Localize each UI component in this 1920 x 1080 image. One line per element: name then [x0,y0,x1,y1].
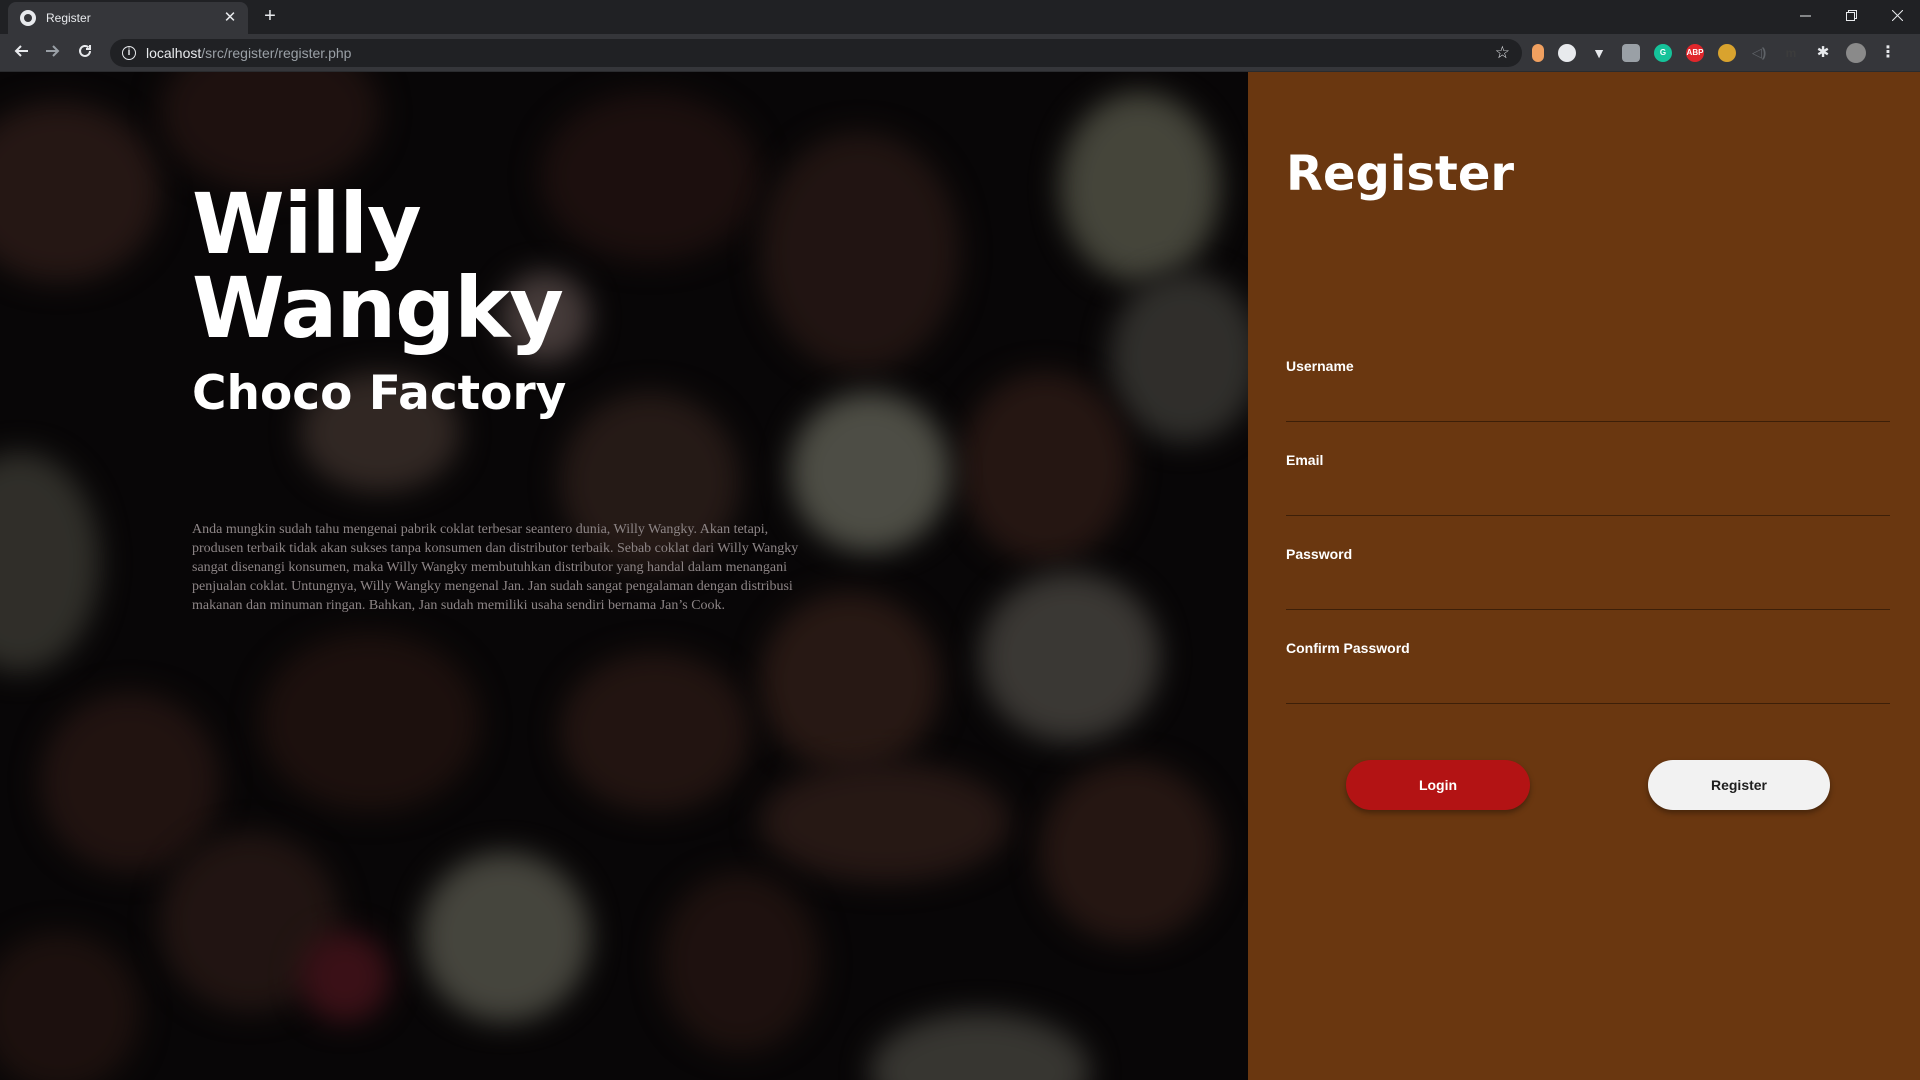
register-title: Register [1286,146,1515,202]
url-path: /src/register/register.php [201,45,352,61]
grammarly-icon[interactable]: G [1654,44,1672,62]
bookmark-star-icon[interactable]: ☆ [1495,43,1510,63]
back-icon[interactable] [8,41,34,65]
extension-m-icon[interactable]: m [1782,44,1800,62]
hero-subtitle: Choco Factory [192,366,567,421]
browser-tab[interactable]: Register ✕ [8,2,248,34]
email-field: Email [1286,452,1890,516]
confirm-password-label: Confirm Password [1286,640,1410,656]
email-input[interactable] [1286,482,1890,516]
register-panel: Register Username Email Password Confirm… [1248,72,1920,1080]
new-tab-button[interactable]: + [258,4,282,28]
address-bar[interactable]: i localhost/src/register/register.php ☆ [110,39,1522,67]
menu-kebab-icon[interactable]: ⋮ [1880,44,1896,62]
extension-circle-icon[interactable] [1558,44,1576,62]
globe-icon [20,10,36,26]
close-window-icon[interactable] [1874,0,1920,30]
page: Willy Wangky Choco Factory Anda mungkin … [0,72,1920,1080]
minimize-icon[interactable] [1782,0,1828,30]
extension-badge-icon[interactable] [1718,44,1736,62]
reload-icon[interactable] [72,41,98,65]
extensions-row: ▼ G ABP ◁) m ✱ ⋮ [1532,43,1902,63]
url-host: localhost [146,45,202,61]
login-button[interactable]: Login [1346,760,1530,810]
confirm-password-input[interactable] [1286,670,1890,704]
url-text[interactable]: localhost/src/register/register.php [146,45,1495,61]
extension-v-icon[interactable]: ▼ [1590,44,1608,62]
username-input[interactable] [1286,388,1890,422]
password-field: Password [1286,546,1890,610]
register-button[interactable]: Register [1648,760,1830,810]
password-label: Password [1286,546,1353,562]
forward-icon[interactable] [40,41,66,65]
browser-tab-bar: Register ✕ + [0,0,1920,34]
hero-description: Anda mungkin sudah tahu mengenai pabrik … [192,521,799,613]
browser-toolbar: i localhost/src/register/register.php ☆ … [0,34,1920,72]
hero-section: Willy Wangky Choco Factory Anda mungkin … [0,72,1248,1080]
extension-chat-icon[interactable] [1622,44,1640,62]
extension-orange-icon[interactable] [1532,44,1544,62]
adblock-icon[interactable]: ABP [1686,44,1704,62]
profile-avatar[interactable] [1846,43,1866,63]
hero-content: Willy Wangky Choco Factory Anda mungkin … [192,182,812,615]
username-label: Username [1286,358,1354,374]
info-icon[interactable]: i [122,46,136,60]
puzzle-extensions-icon[interactable]: ✱ [1814,44,1832,62]
restore-icon[interactable] [1828,0,1874,30]
email-label: Email [1286,452,1324,468]
speaker-icon[interactable]: ◁) [1750,44,1768,62]
close-tab-icon[interactable]: ✕ [222,10,238,26]
window-controls [1782,0,1920,30]
password-input[interactable] [1286,576,1890,610]
tab-title: Register [46,11,91,25]
hero-title: Willy Wangky [192,175,564,357]
confirm-password-field: Confirm Password [1286,640,1890,704]
username-field: Username [1286,358,1890,422]
